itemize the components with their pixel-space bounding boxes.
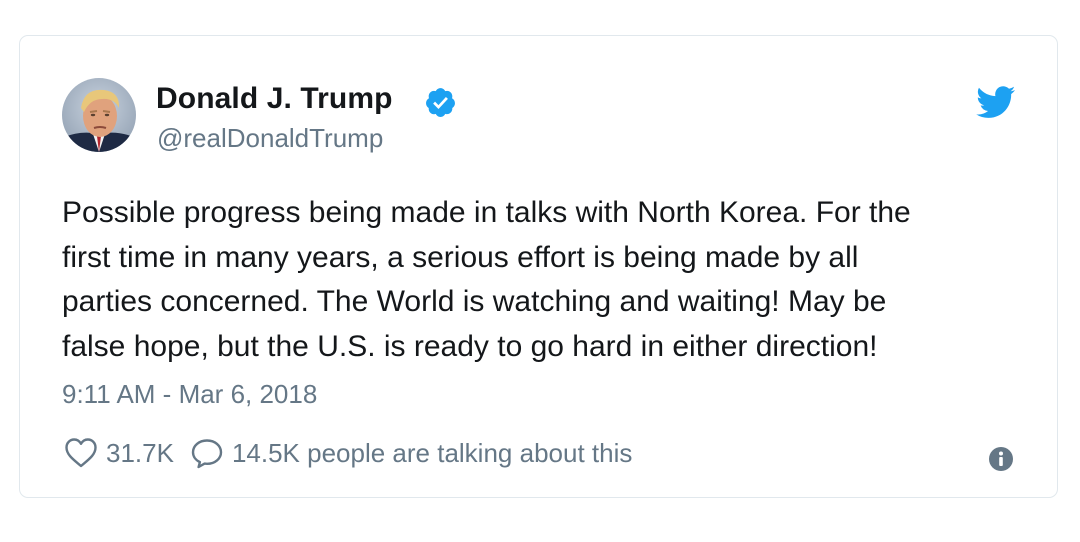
tweet-line: first time in many years, a serious effo…	[62, 240, 859, 274]
tweet-timestamp[interactable]: 9:11 AM - Mar 6, 2018	[62, 379, 317, 410]
author-handle[interactable]: @realDonaldTrump	[157, 123, 383, 154]
avatar[interactable]	[62, 78, 136, 152]
speech-bubble-icon	[191, 439, 223, 469]
twitter-bird-icon[interactable]	[976, 86, 1016, 119]
tweet-card[interactable]: Donald J. Trump @realDonaldTrump Possibl…	[19, 35, 1058, 498]
info-icon[interactable]	[988, 446, 1014, 472]
reply-button[interactable]: 14.5K people are talking about this	[174, 437, 632, 469]
tweet-line: false hope, but the U.S. is ready to go …	[62, 329, 878, 363]
tweet-text: Possible progress being made in talks wi…	[62, 191, 1022, 369]
author-name[interactable]: Donald J. Trump	[156, 82, 393, 116]
tweet-stats: 31.7K 14.5K people are talking about thi…	[64, 435, 632, 471]
talking-count: 14.5K people are talking about this	[231, 437, 633, 468]
tweet-line: parties concerned. The World is watching…	[62, 285, 887, 318]
like-count: 31.7K	[106, 437, 174, 468]
tweet-line: Possible progress being made in talks wi…	[62, 196, 911, 229]
like-button[interactable]: 31.7K	[64, 437, 174, 469]
heart-icon	[65, 438, 97, 468]
avatar-image	[62, 78, 136, 152]
verified-badge-icon	[426, 88, 455, 117]
